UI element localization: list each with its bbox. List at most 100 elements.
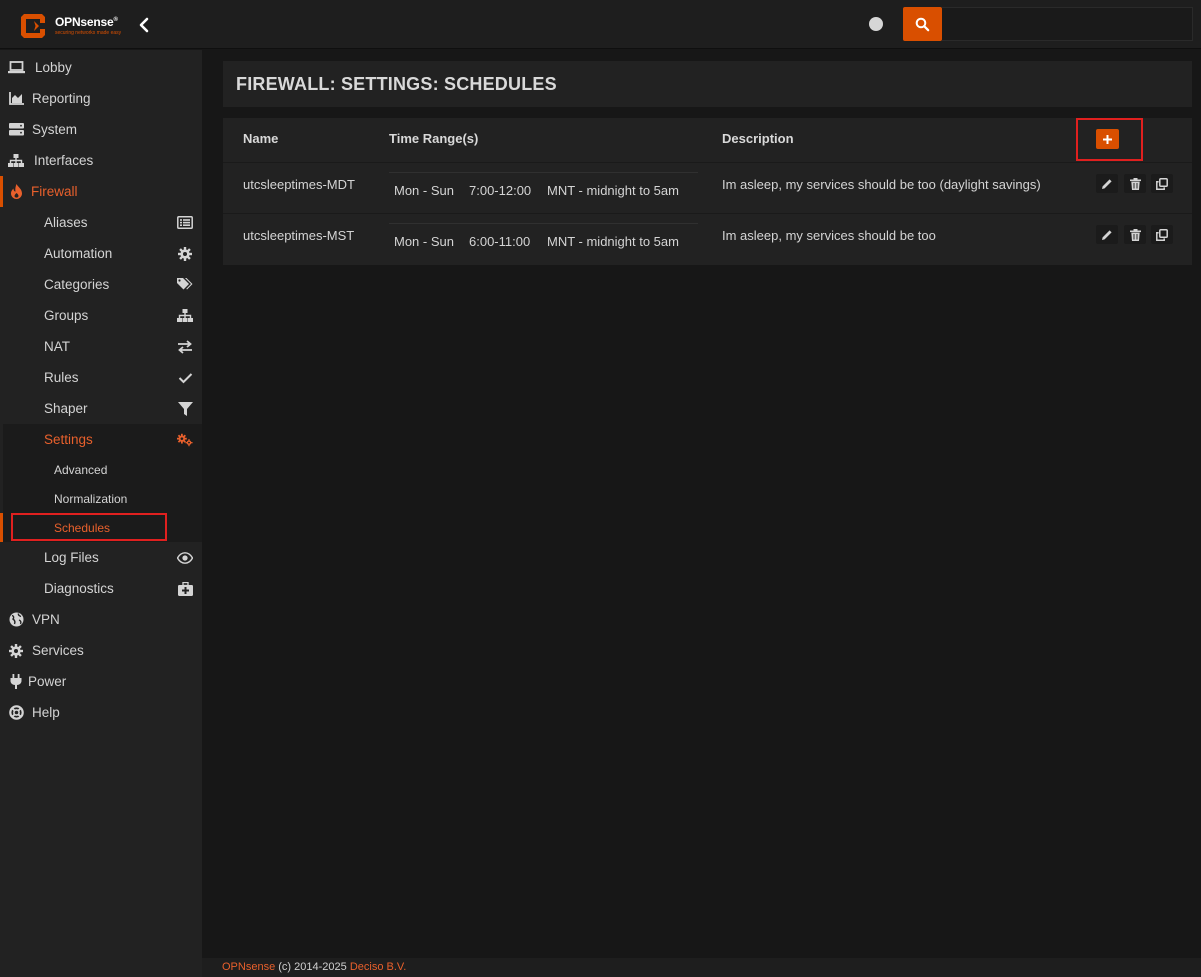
sidebar: Lobby Reporting System Interfaces Firewa… [0,50,202,977]
search-input[interactable] [942,7,1193,41]
sidebar-item-label: Power [28,674,67,689]
status-dot-icon[interactable] [869,17,883,31]
sidebar-subitem-automation[interactable]: Automation [3,238,202,269]
sidebar-item-help[interactable]: Help [0,697,202,728]
laptop-icon [7,60,25,75]
fire-icon [7,184,25,199]
cog-icon [177,246,193,261]
sidebar-item-label: Reporting [32,91,91,106]
sidebar-subsubitem-advanced[interactable]: Advanced [3,455,202,484]
eye-icon [177,550,193,565]
sidebar-item-power[interactable]: Power [0,666,202,697]
pencil-icon [1102,229,1112,240]
sitemap-icon [177,308,193,323]
footer-copyright: (c) 2014-2025 [278,961,347,973]
sidebar-item-firewall[interactable]: Firewall [0,176,202,207]
table-row[interactable]: utcsleeptimes-MDT Mon - Sun 7:00-12:00 M… [223,162,1192,213]
trash-icon [1129,228,1141,241]
sidebar-subsubitem-normalization[interactable]: Normalization [3,484,202,513]
area-chart-icon [7,91,25,106]
sidebar-item-reporting[interactable]: Reporting [0,83,202,114]
time-range-hours: 6:00-11:00 [469,234,531,249]
schedule-name: utcsleeptimes-MST [243,228,355,243]
medkit-icon [177,581,193,596]
sidebar-item-label: Interfaces [34,153,94,168]
footer: OPNsense (c) 2014-2025 Deciso B.V. [202,958,1201,977]
trash-icon [1129,177,1141,190]
delete-button[interactable] [1124,225,1146,244]
search-icon [915,17,930,31]
opnsense-logo-icon [21,14,45,38]
time-range: Mon - Sun 6:00-11:00 MNT - midnight to 5… [389,223,698,255]
exchange-icon [177,339,193,354]
sidebar-item-label: Lobby [35,60,72,75]
sidebar-subitem-shaper[interactable]: Shaper [3,393,202,424]
sidebar-subitem-label: Rules [44,370,79,385]
footer-brand-link[interactable]: OPNsense [222,961,275,973]
sidebar-subitem-label: Groups [44,308,89,323]
sidebar-subitem-log-files[interactable]: Log Files [3,542,202,573]
sidebar-subitem-label: Log Files [44,550,99,565]
opnsense-logo[interactable]: OPNsense® securing networks made easy [18,10,128,40]
plug-icon [7,674,25,689]
sidebar-item-interfaces[interactable]: Interfaces [0,145,202,176]
sidebar-subsubitem-schedules[interactable]: Schedules [0,513,202,542]
sidebar-subitem-label: Diagnostics [44,581,114,596]
sidebar-item-services[interactable]: Services [0,635,202,666]
sidebar-subitem-categories[interactable]: Categories [3,269,202,300]
edit-button[interactable] [1096,225,1118,244]
schedules-table: Name Time Range(s) Description utcsleept… [223,118,1192,265]
search-button[interactable] [903,7,942,41]
sidebar-subitem-groups[interactable]: Groups [3,300,202,331]
sidebar-subitem-label: Shaper [44,401,88,416]
sidebar-subitem-label: NAT [44,339,70,354]
top-bar: OPNsense® securing networks made easy [0,0,1201,49]
sitemap-icon [7,153,25,168]
schedule-name: utcsleeptimes-MDT [243,177,355,192]
edit-button[interactable] [1096,174,1118,193]
brand-name: OPNsense® [55,15,118,29]
sidebar-subitem-label: Automation [44,246,113,261]
sidebar-subitem-label: Aliases [44,215,88,230]
footer-company-link[interactable]: Deciso B.V. [350,961,406,973]
time-range: Mon - Sun 7:00-12:00 MNT - midnight to 5… [389,172,698,204]
add-schedule-button[interactable] [1096,129,1119,149]
sidebar-collapse-button[interactable] [136,16,152,34]
time-range-description: MNT - midnight to 5am [547,183,679,198]
sidebar-subitem-label: Settings [44,432,93,447]
sidebar-item-system[interactable]: System [0,114,202,145]
sidebar-subsubitem-label: Advanced [54,463,108,477]
lifebuoy-icon [7,705,25,720]
globe-icon [7,612,25,627]
sidebar-item-label: Firewall [31,184,78,199]
sidebar-subsubitem-label: Normalization [54,492,128,506]
table-row[interactable]: utcsleeptimes-MST Mon - Sun 6:00-11:00 M… [223,213,1192,264]
time-range-days: Mon - Sun [394,234,454,249]
list-icon [177,215,193,230]
sidebar-subitem-label: Categories [44,277,110,292]
sidebar-subitem-aliases[interactable]: Aliases [3,207,202,238]
sidebar-item-vpn[interactable]: VPN [0,604,202,635]
sidebar-subitem-settings[interactable]: Settings [3,424,202,455]
clone-button[interactable] [1151,174,1173,193]
cogs-icon [177,432,193,447]
sidebar-subitem-diagnostics[interactable]: Diagnostics [3,573,202,604]
column-header-description[interactable]: Description [722,131,794,146]
clone-button[interactable] [1151,225,1173,244]
sidebar-item-lobby[interactable]: Lobby [0,52,202,83]
footer-text: OPNsense (c) 2014-2025 Deciso B.V. [222,961,406,973]
column-header-name[interactable]: Name [243,131,278,146]
cog-icon [7,643,25,658]
column-header-time-ranges[interactable]: Time Range(s) [389,131,478,146]
sidebar-subitem-nat[interactable]: NAT [3,331,202,362]
sidebar-subitem-rules[interactable]: Rules [3,362,202,393]
check-icon [177,370,193,385]
tags-icon [177,277,193,292]
clone-icon [1156,177,1168,190]
time-range-days: Mon - Sun [394,183,454,198]
schedule-description: Im asleep, my services should be too [722,228,936,243]
delete-button[interactable] [1124,174,1146,193]
sidebar-item-label: VPN [32,612,60,627]
page-header: FIREWALL: SETTINGS: SCHEDULES [223,61,1192,107]
sidebar-item-label: Services [32,643,84,658]
